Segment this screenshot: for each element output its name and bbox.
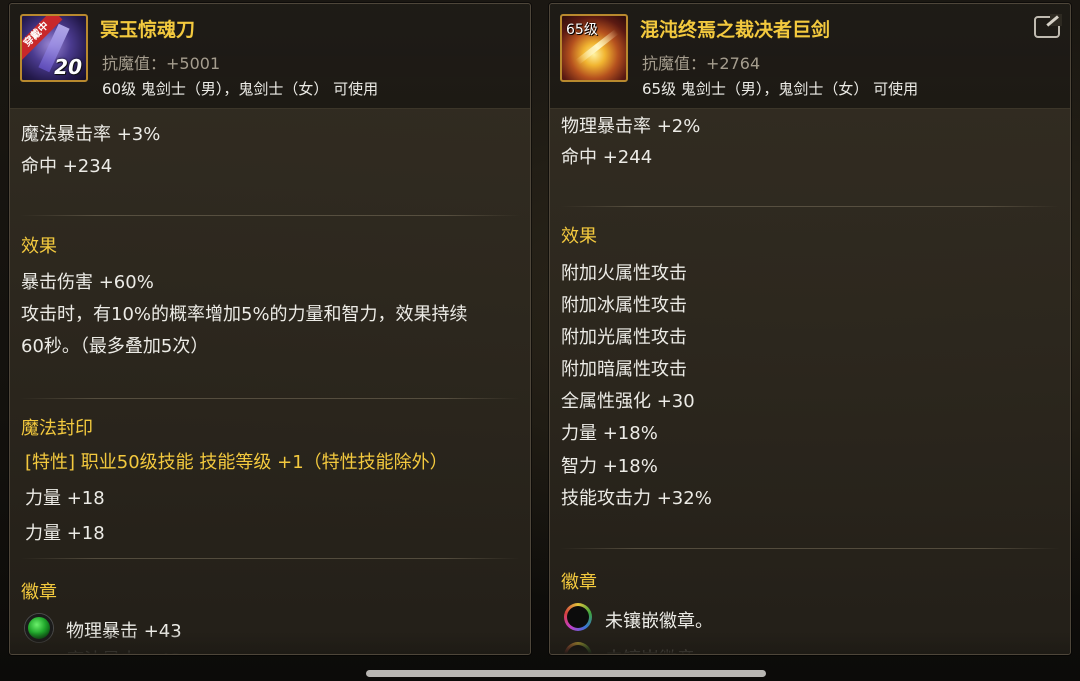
item-resistance-stat: 抗魔值：+5001	[102, 54, 221, 73]
effect-line: 暴击伤害 +60%	[21, 272, 154, 293]
item-header: 65级 混沌终焉之裁决者巨剑 抗魔值：+2764 65级 鬼剑士（男），鬼剑士（…	[550, 4, 1070, 109]
effect-section-title: 效果	[21, 236, 57, 257]
effect-section-title: 效果	[561, 226, 597, 247]
item-tooltip-right: 物理暴击率 +2% 命中 +244 效果 附加火属性攻击 附加冰属性攻击 附加光…	[549, 3, 1071, 655]
greatsword-item-icon[interactable]: 65级	[560, 14, 628, 82]
share-icon[interactable]	[1034, 14, 1062, 38]
effect-line: 技能攻击力 +32%	[561, 488, 712, 509]
stat-line-accuracy: 命中 +234	[21, 156, 113, 177]
divider	[20, 558, 520, 559]
badge-section-title: 徽章	[561, 572, 597, 593]
badge-section-title: 徽章	[21, 582, 57, 603]
clipped-stat-line: 魔法暴击率 +3%	[21, 124, 161, 145]
scroll-fade	[550, 632, 1070, 654]
divider	[20, 398, 520, 399]
item-tooltip-left: 魔法暴击率 +3% 命中 +234 效果 暴击伤害 +60% 攻击时，有10%的…	[9, 3, 531, 655]
item-resistance-stat: 抗魔值：+2764	[642, 54, 761, 73]
sword-item-icon[interactable]: 穿戴中 20	[20, 14, 88, 82]
effect-line: 60秒。（最多叠加5次）	[21, 336, 209, 357]
seal-stat-line: 力量 +18	[25, 523, 105, 544]
item-requirement: 60级 鬼剑士（男），鬼剑士（女） 可使用	[102, 80, 379, 98]
item-name: 混沌终焉之裁决者巨剑	[640, 19, 831, 41]
magic-seal-section-title: 魔法封印	[21, 418, 93, 439]
home-indicator[interactable]	[366, 670, 766, 677]
effect-line: 附加火属性攻击	[561, 263, 687, 284]
item-name: 冥玉惊魂刀	[100, 19, 196, 41]
seal-trait-line: [特性] 职业50级技能 技能等级 +1（特性技能除外）	[25, 452, 448, 473]
item-header: 穿戴中 20 冥玉惊魂刀 抗魔值：+5001 60级 鬼剑士（男），鬼剑士（女）…	[10, 4, 530, 109]
item-level-badge: 65级	[566, 22, 598, 38]
effect-line: 附加暗属性攻击	[561, 359, 687, 380]
upgrade-level-badge: 20	[54, 55, 82, 79]
scroll-fade	[10, 632, 530, 654]
effect-line: 智力 +18%	[561, 456, 658, 477]
tooltip-body[interactable]: 物理暴击率 +2% 命中 +244 效果 附加火属性攻击 附加冰属性攻击 附加光…	[550, 108, 1070, 654]
stat-line-accuracy: 命中 +244	[561, 147, 653, 168]
item-requirement: 65级 鬼剑士（男），鬼剑士（女） 可使用	[642, 80, 919, 98]
share-arrow	[1046, 15, 1059, 27]
effect-line: 附加光属性攻击	[561, 327, 687, 348]
effect-line: 全属性强化 +30	[561, 391, 695, 412]
clipped-stat-line: 物理暴击率 +2%	[561, 116, 701, 137]
divider	[560, 206, 1060, 207]
divider	[560, 548, 1060, 549]
tooltip-body[interactable]: 魔法暴击率 +3% 命中 +234 效果 暴击伤害 +60% 攻击时，有10%的…	[10, 108, 530, 654]
effect-line: 攻击时，有10%的概率增加5%的力量和智力，效果持续	[21, 304, 468, 325]
effect-line: 附加冰属性攻击	[561, 295, 687, 316]
badge-empty-text: 未镶嵌徽章。	[605, 611, 713, 632]
seal-stat-line: 力量 +18	[25, 488, 105, 509]
empty-badge-slot-icon[interactable]	[564, 603, 592, 631]
divider	[20, 215, 520, 216]
effect-line: 力量 +18%	[561, 423, 658, 444]
